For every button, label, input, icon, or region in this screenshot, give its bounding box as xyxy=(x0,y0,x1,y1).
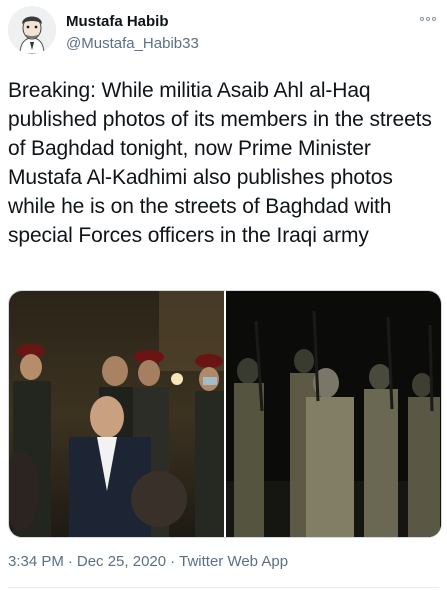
avatar-image xyxy=(8,6,56,54)
avatar[interactable] xyxy=(8,6,56,54)
photo-militia[interactable] xyxy=(226,291,441,537)
tweet-header: Mustafa Habib @Mustafa_Habib33 xyxy=(8,6,447,58)
photo-militia-image xyxy=(226,291,441,537)
more-dot xyxy=(432,17,436,21)
user-handle[interactable]: @Mustafa_Habib33 xyxy=(66,35,199,52)
tweet-source[interactable]: Twitter Web App xyxy=(179,553,288,570)
tweet-media xyxy=(8,290,442,538)
more-dot xyxy=(426,17,430,21)
tweet-text: Breaking: While militia Asaib Ahl al-Haq… xyxy=(8,79,432,247)
divider xyxy=(8,587,439,588)
meta-separator: · xyxy=(170,553,176,570)
display-name[interactable]: Mustafa Habib xyxy=(66,13,169,30)
tweet-meta: 3:34 PM · Dec 25, 2020 · Twitter Web App xyxy=(8,553,288,570)
meta-separator: · xyxy=(67,553,73,570)
photo-pm-image xyxy=(9,291,224,537)
photo-prime-minister[interactable] xyxy=(9,291,224,537)
tweet-time[interactable]: 3:34 PM xyxy=(8,553,64,570)
tweet-card: Mustafa Habib @Mustafa_Habib33 Breaking:… xyxy=(0,0,447,590)
more-dot xyxy=(420,17,424,21)
tweet-date[interactable]: Dec 25, 2020 xyxy=(77,553,166,570)
more-options-icon[interactable] xyxy=(417,12,439,26)
